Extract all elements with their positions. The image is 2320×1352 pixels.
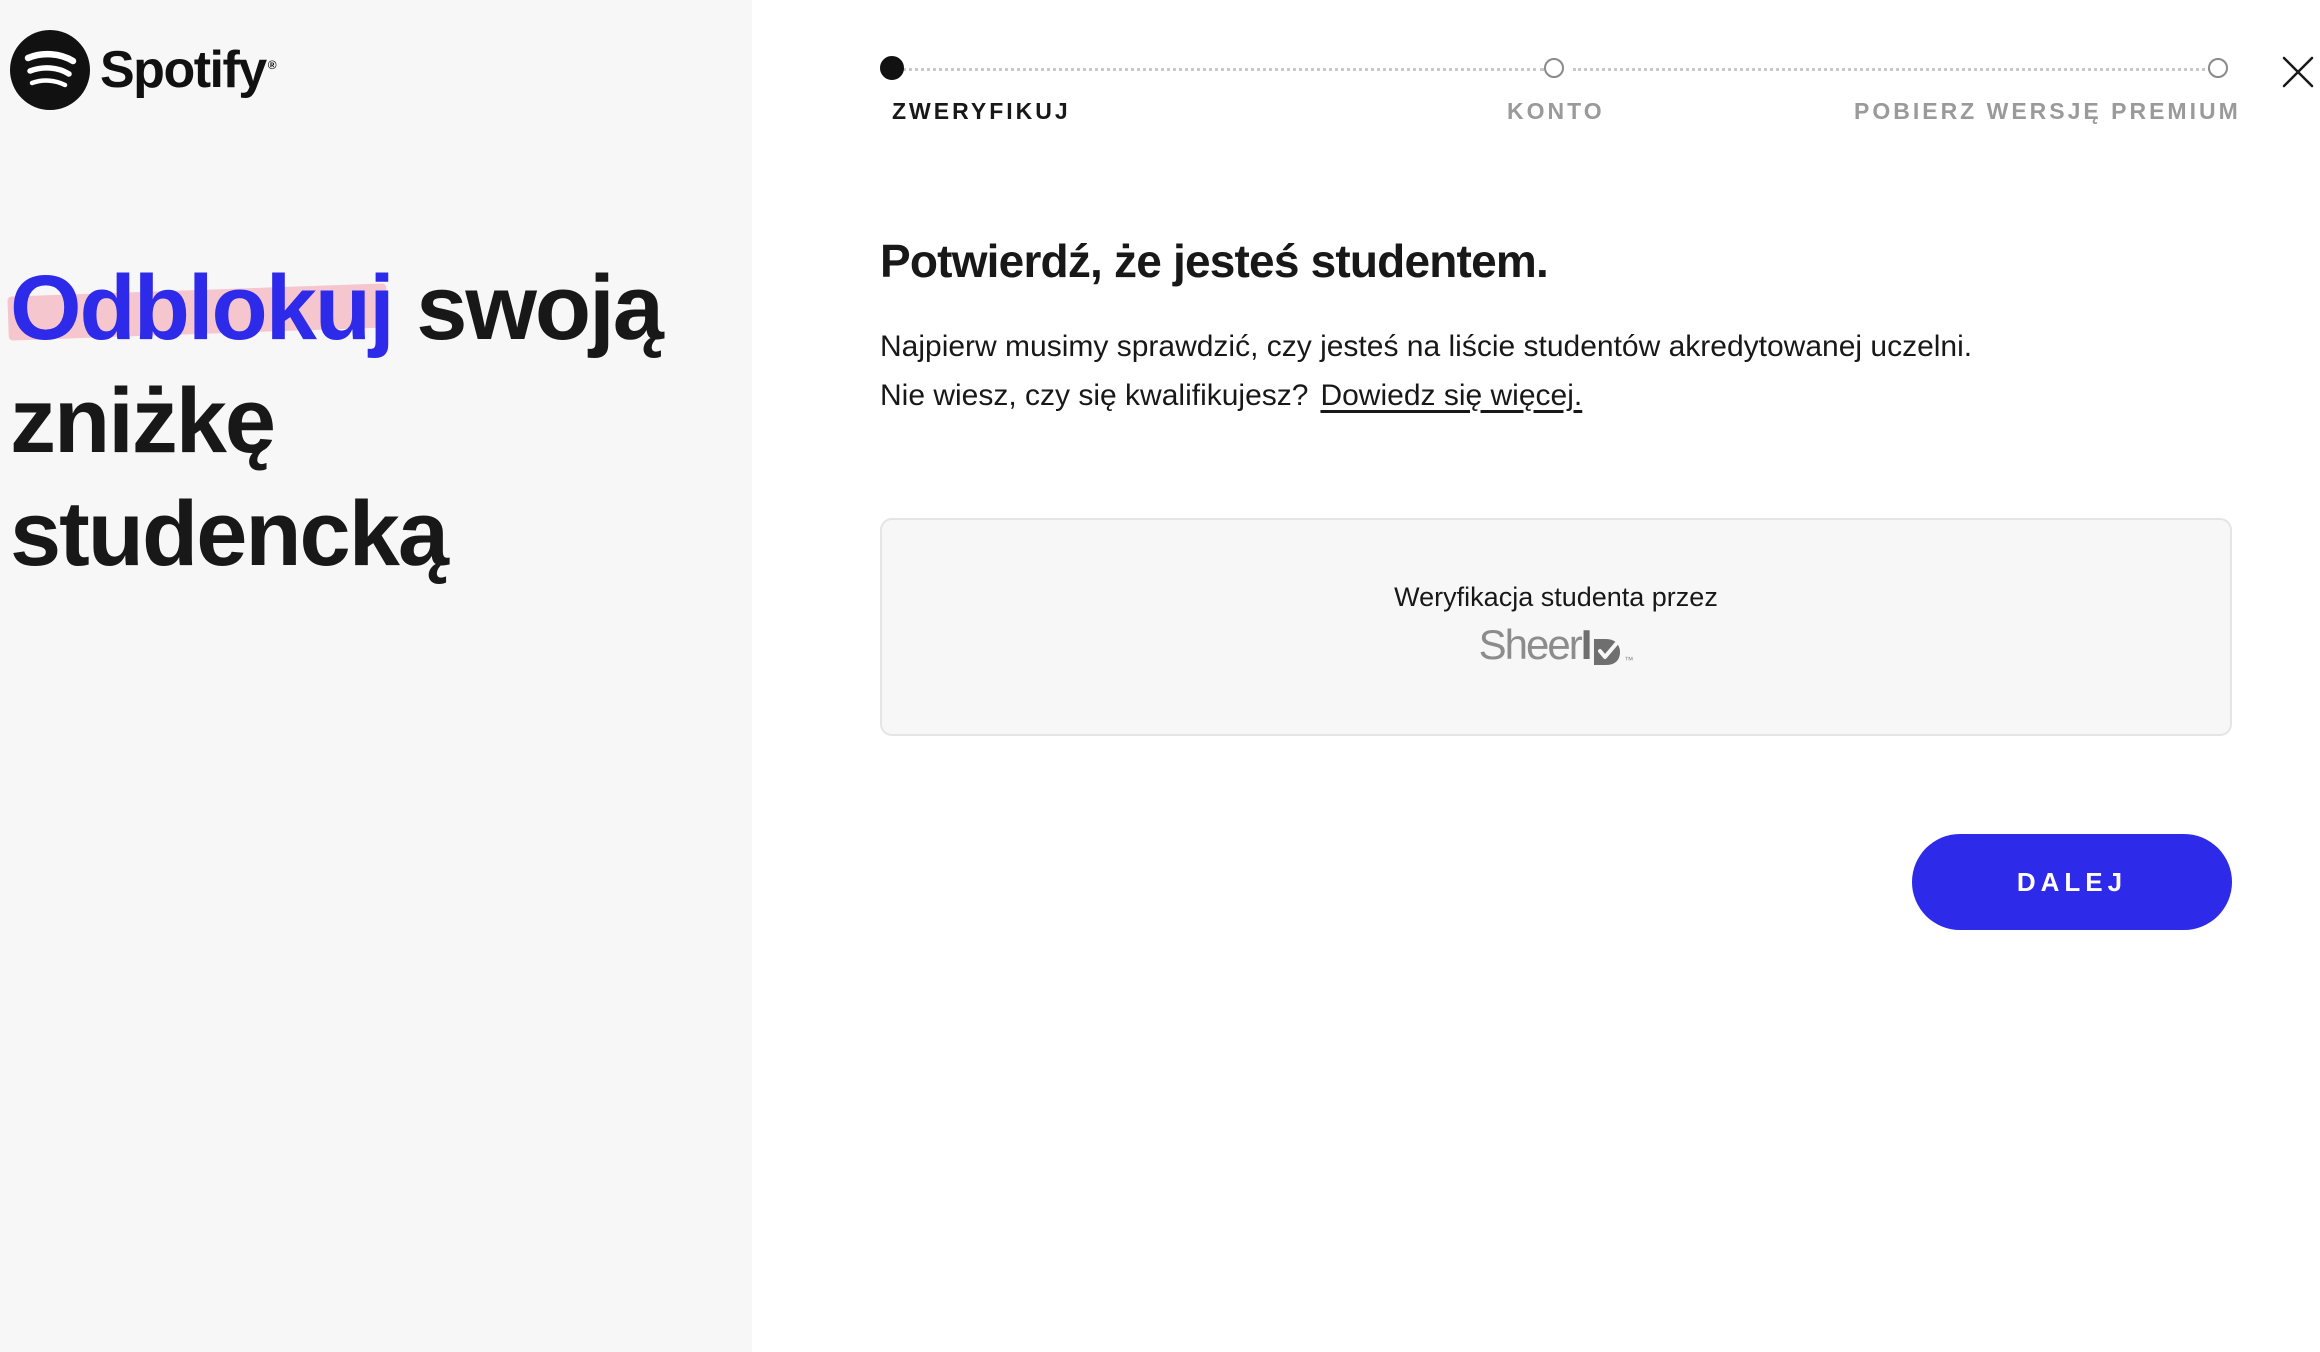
hero-line1-rest: swoją: [416, 257, 664, 359]
hero-headline: Odblokuj swoją zniżkę studencką: [10, 252, 730, 591]
spotify-logo-icon: [10, 30, 90, 110]
qualify-question: Nie wiesz, czy się kwalifikujesz?: [880, 379, 1309, 412]
page-description: Najpierw musimy sprawdzić, czy jesteś na…: [880, 322, 2232, 420]
hero-accent-word: Odblokuj: [10, 252, 395, 365]
sheerid-logo: Sheer I ™: [1479, 621, 1634, 669]
step-label-verify: ZWERYFIKUJ: [892, 98, 1071, 124]
sheerid-trademark: ™: [1624, 655, 1634, 665]
registered-mark: ®: [267, 57, 277, 72]
sheerid-wordmark-part2: I: [1580, 621, 1593, 668]
verification-box: Weryfikacja studenta przez Sheer I ™: [880, 518, 2232, 736]
stepper-connector-1: [902, 68, 1544, 71]
page-title: Potwierdź, że jesteś studentem.: [880, 235, 1549, 287]
next-button[interactable]: DALEJ: [1912, 834, 2232, 930]
sheerid-wordmark-part1: Sheer: [1478, 621, 1583, 668]
step-dot-verify: [880, 56, 904, 80]
spotify-logo[interactable]: Spotify ®: [10, 30, 277, 110]
description-line-2: Nie wiesz, czy się kwalifikujesz? Dowiedz…: [880, 371, 2232, 420]
progress-stepper: ZWERYFIKUJ KONTO POBIERZ WERSJĘ PREMIUM: [878, 50, 2238, 140]
step-dot-account: [1544, 58, 1564, 78]
step-label-premium: POBIERZ WERSJĘ PREMIUM: [1854, 98, 2241, 124]
hero-line2: zniżkę: [10, 370, 276, 472]
description-line-1: Najpierw musimy sprawdzić, czy jesteś na…: [880, 330, 1973, 363]
stepper-connector-2: [1573, 68, 2217, 71]
learn-more-link[interactable]: Dowiedz się więcej.: [1320, 379, 1582, 412]
main-content: Potwierdź, że jesteś studentem. Najpierw…: [880, 228, 2232, 420]
step-dot-premium: [2208, 58, 2228, 78]
hero-line3: studencką: [10, 483, 449, 585]
sheerid-logo-icon: [1594, 639, 1621, 665]
left-panel: Spotify ® Odblokuj swoją zniżkę studencką: [0, 0, 752, 1352]
spotify-wordmark: Spotify ®: [100, 41, 277, 99]
close-icon: [2282, 56, 2314, 88]
close-button[interactable]: [2278, 52, 2318, 92]
step-label-account: KONTO: [1507, 98, 1605, 124]
verification-label: Weryfikacja studenta przez: [1394, 582, 1718, 612]
